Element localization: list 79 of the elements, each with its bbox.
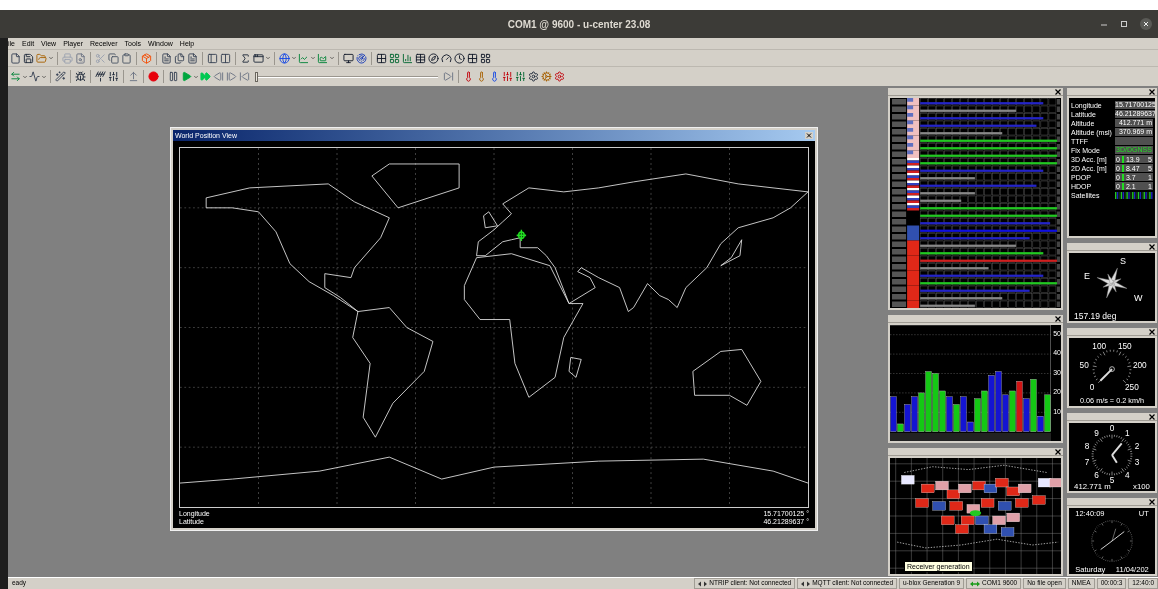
maximize-icon[interactable] [1120,20,1128,28]
empty-value-field [1115,137,1153,145]
compass-label: E [1084,271,1090,281]
documents-icon[interactable] [173,51,186,65]
gear-icon[interactable] [553,70,566,83]
skip-forward-icon[interactable] [442,70,455,83]
compass-rose-icon [1096,267,1128,299]
document-icon[interactable] [160,51,173,65]
heading-reading: 157.19 deg [1074,311,1117,321]
close-icon[interactable] [1149,498,1155,505]
skip-back-icon[interactable] [238,70,251,83]
sliders-icon[interactable] [501,70,514,83]
altitude-unit: x100 [1133,482,1150,491]
open-folder-icon[interactable] [35,51,48,65]
sliders-icon[interactable] [107,70,120,83]
speed-dial-drawing [1092,349,1132,384]
grid-icon[interactable] [375,51,388,65]
table-icon[interactable] [414,51,427,65]
area-chart-icon[interactable] [316,51,329,65]
clock-zone: UT [1138,509,1149,519]
package-icon[interactable] [140,51,153,65]
close-icon[interactable] [1149,413,1155,420]
print-preview-icon[interactable] [74,51,87,65]
close-icon[interactable] [1055,448,1061,455]
clipboard-icon[interactable] [120,51,133,65]
copy-icon[interactable] [107,51,120,65]
compass-label: S [1120,256,1126,266]
clock-date: 11/04/202 [1115,565,1149,574]
satellite-strip-drawing [1115,191,1153,199]
close-icon[interactable] [1055,88,1061,95]
globe-icon[interactable] [278,51,291,65]
player-slider[interactable] [255,71,438,82]
document-icon[interactable] [186,51,199,65]
close-icon[interactable] [1140,18,1152,30]
close-icon[interactable] [1055,315,1061,322]
sliders-icon[interactable] [514,70,527,83]
close-icon[interactable] [1149,328,1155,335]
link-arrows-icon [801,580,811,587]
sigma-icon[interactable] [239,51,252,65]
compass-icon[interactable] [427,51,440,65]
close-icon[interactable] [805,132,813,139]
play-icon[interactable] [180,70,193,83]
wand-icon[interactable] [54,70,67,83]
close-icon[interactable] [1149,88,1155,95]
slider-thumb[interactable] [255,71,258,82]
new-file-icon[interactable] [9,51,22,65]
radar-icon[interactable] [355,51,368,65]
monitor-icon[interactable] [342,51,355,65]
step-back-icon[interactable] [212,70,225,83]
grid-icon[interactable] [466,51,479,65]
gear-icon[interactable] [527,70,540,83]
upload-icon[interactable] [127,70,140,83]
window-icon[interactable] [252,51,265,65]
layout-grid-icon[interactable] [479,51,492,65]
altitude-reading: 412.771 m [1074,482,1111,491]
altimeter-dial-drawing [1091,434,1133,476]
link-arrows-icon [698,580,708,587]
wave-icon[interactable] [28,70,41,83]
panel-icon[interactable] [206,51,219,65]
clock-day: Saturday [1075,565,1106,574]
clock-time: 12:40:09 [1075,509,1105,519]
step-forward-icon[interactable] [225,70,238,83]
line-chart-icon[interactable] [297,51,310,65]
arrows-icon[interactable] [9,70,22,83]
compass-label: W [1134,293,1143,303]
layout-grid-icon[interactable] [388,51,401,65]
gear-icon[interactable] [540,70,553,83]
port-arrows-icon [970,580,981,587]
save-icon[interactable] [22,51,35,65]
clock-face-drawing [1091,520,1133,562]
pause-icon[interactable] [167,70,180,83]
clock-icon[interactable] [453,51,466,65]
record-icon[interactable] [147,70,160,83]
close-icon[interactable] [1149,243,1155,250]
position-marker-icon [515,229,527,242]
bug-icon[interactable] [74,70,87,83]
gauge-icon[interactable] [440,51,453,65]
window-title: COM1 @ 9600 - u-center 23.08 [507,17,651,32]
columns-icon[interactable] [219,51,232,65]
